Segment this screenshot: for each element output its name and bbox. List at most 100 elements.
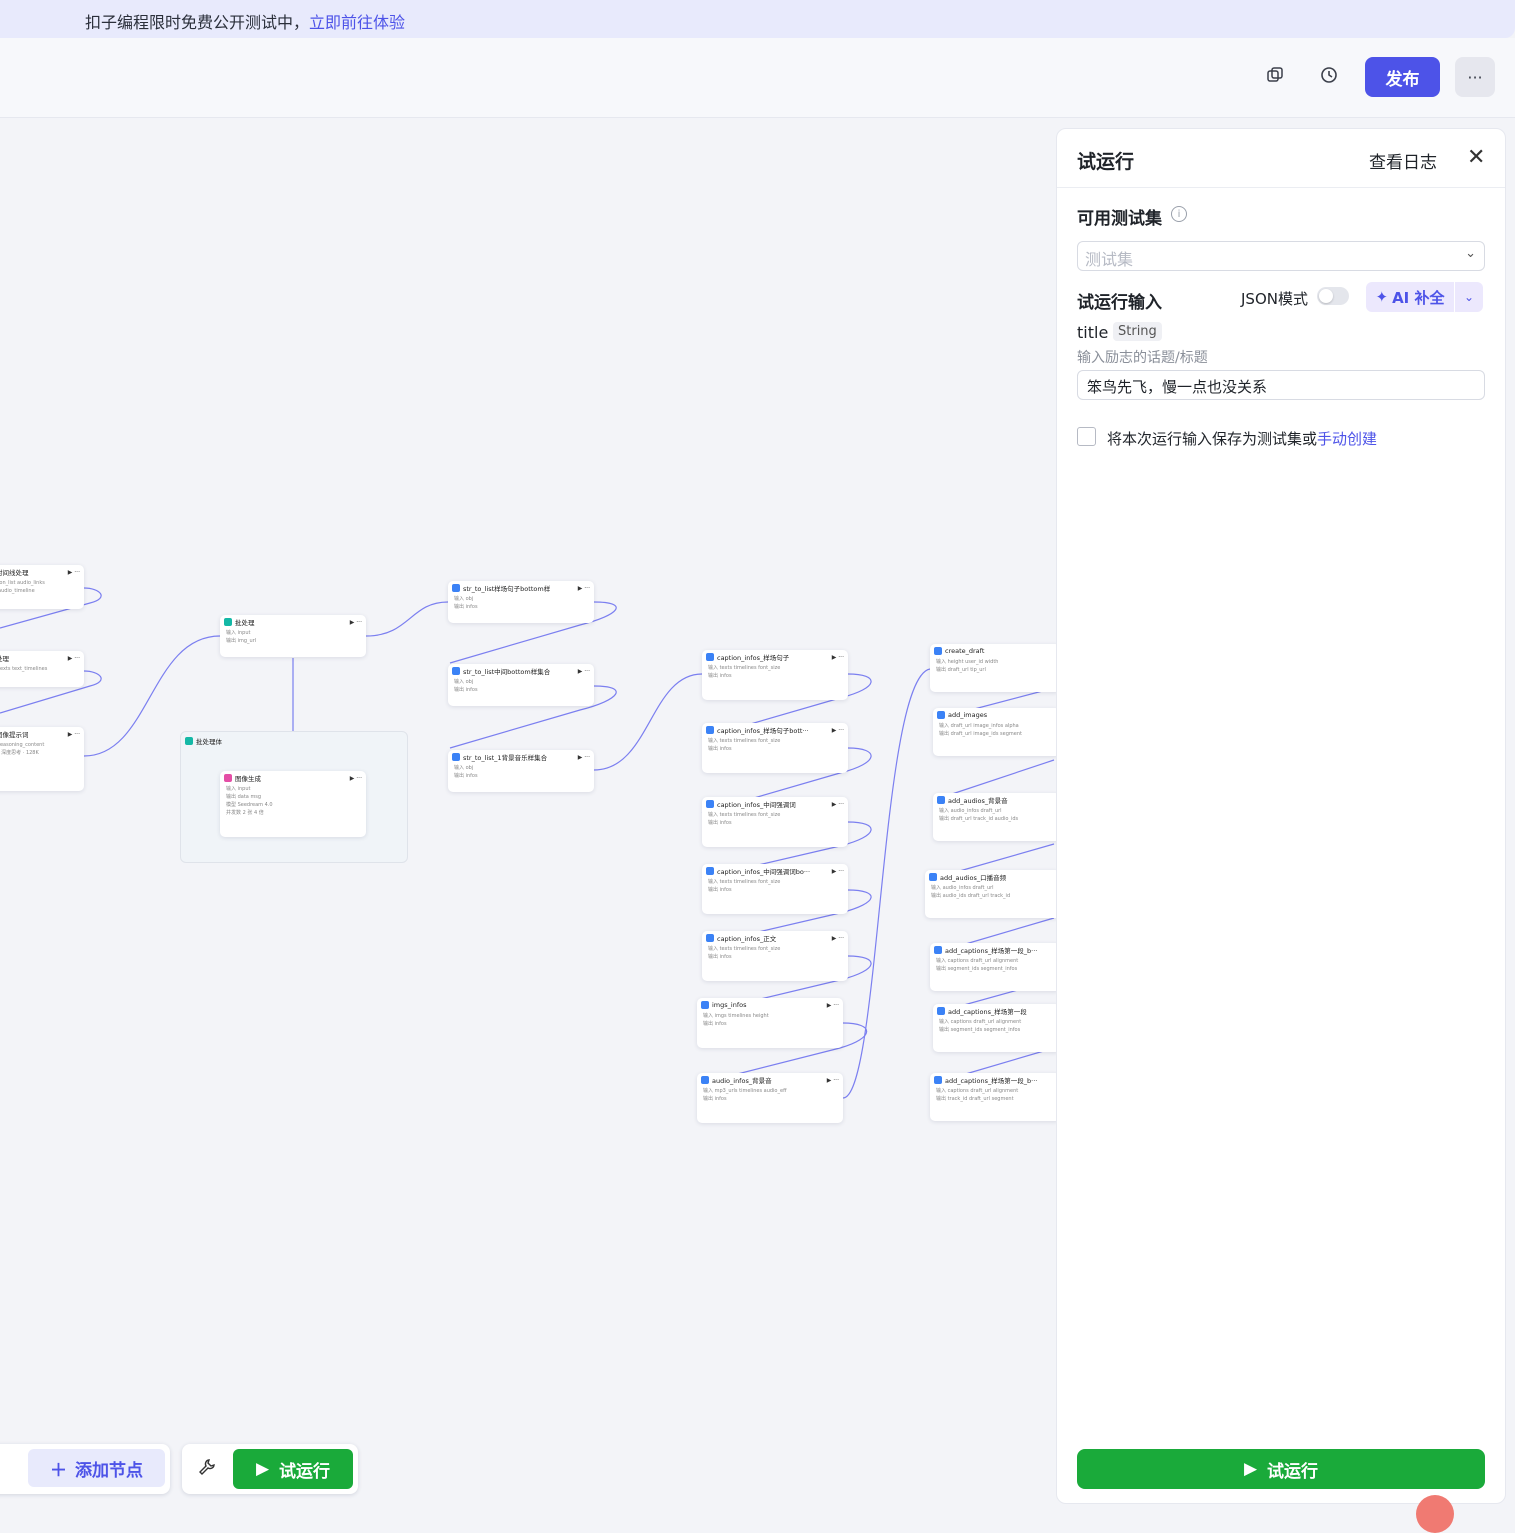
node-imgs-infos[interactable]: imgs_infos ▶ ··· 输入 imgs timelines height… — [697, 998, 843, 1048]
json-mode-toggle[interactable] — [1317, 287, 1349, 305]
node-line: 输入 height user_id width — [936, 659, 999, 665]
node-batch[interactable]: 批处理 ▶ ··· 输入 input 输出 img_url — [220, 615, 366, 657]
announcement-banner: 扣子编程限时免费公开测试中，立即前往体验 — [0, 0, 1515, 38]
node-run-icon[interactable]: ▶ ··· — [68, 569, 80, 576]
banner-link[interactable]: 立即前往体验 — [309, 13, 405, 32]
node-create-draft[interactable]: create_draft 输入 height user_id width 输出 … — [930, 644, 1056, 692]
node-str-to-list[interactable]: str_to_list中间bottom样集合 ▶ ··· 输入 obj 输出 in… — [448, 664, 594, 706]
workflow-header — [0, 38, 1515, 118]
node-line: 输出 infos — [454, 687, 478, 693]
banner-message: 扣子编程限时免费公开测试中， — [85, 13, 310, 32]
node-title: caption_infos_中间强调词 — [717, 801, 796, 809]
node-run-icon[interactable]: ▶ ··· — [68, 731, 80, 738]
node-run-icon[interactable]: ▶ ··· — [832, 868, 844, 875]
view-log-link[interactable]: 查看日志 — [1369, 148, 1437, 173]
node-caption-infos[interactable]: caption_infos_样场句子 ▶ ··· 输入 texts timelin… — [702, 650, 848, 700]
node-run-icon[interactable]: ▶ ··· — [832, 654, 844, 661]
info-icon[interactable]: i — [1171, 206, 1187, 222]
plugin-icon — [701, 1001, 709, 1009]
node-title: 时间线处理 — [0, 569, 29, 577]
node-run-icon[interactable]: ▶ ··· — [350, 775, 362, 782]
close-icon[interactable]: ✕ — [1467, 145, 1485, 170]
node-add-audios[interactable]: add_audios_口播音频 输入 audio_infos draft_url… — [925, 870, 1056, 918]
workflow-canvas[interactable]: 时间线处理 ▶ ··· ion_list audio_links audio_ti… — [0, 118, 1056, 1515]
test-run-button[interactable]: ▶ 试运行 — [233, 1449, 353, 1489]
node-line: 输入 mp3_urls timelines audio_eff — [703, 1088, 787, 1094]
title-input[interactable]: 笨鸟先飞，慢一点也没关系 — [1077, 370, 1485, 400]
node-add-audios[interactable]: add_audios_背景音 输入 audio_infos draft_url … — [933, 793, 1056, 841]
plugin-icon — [937, 711, 945, 719]
plugin-icon — [706, 800, 714, 808]
canvas-toolbar: ＋ 添加节点 — [0, 1444, 170, 1494]
node-add-captions[interactable]: add_captions_样场第一段 输入 captions draft_url… — [933, 1004, 1056, 1052]
node-line: 输入 input — [226, 786, 251, 792]
plugin-icon — [452, 584, 460, 592]
node-run-icon[interactable]: ▶ ··· — [832, 801, 844, 808]
run-toolbar: ▶ 试运行 — [182, 1444, 358, 1494]
node-run-icon[interactable]: ▶ ··· — [578, 585, 590, 592]
node-caption-infos[interactable]: caption_infos_中间强调词bo··· ▶ ··· 输入 texts t… — [702, 864, 848, 914]
node-str-to-list[interactable]: str_to_list样场句子bottom样 ▶ ··· 输入 obj 输出 in… — [448, 581, 594, 623]
batch-icon — [224, 618, 232, 626]
test-run-label: 试运行 — [279, 1461, 331, 1482]
manual-create-link[interactable]: 手动创建 — [1317, 430, 1377, 448]
testset-select[interactable]: 测试集 ⌄ — [1077, 241, 1485, 271]
node-run-icon[interactable]: ▶ ··· — [832, 935, 844, 942]
save-testset-checkbox[interactable] — [1077, 427, 1096, 446]
add-node-button[interactable]: ＋ 添加节点 — [28, 1449, 165, 1487]
node-caption-infos[interactable]: caption_infos_样场句子bott··· ▶ ··· 输入 texts … — [702, 723, 848, 773]
node-image-prompt[interactable]: 图像提示词 ▶ ··· reasoning_content · 深度思考 · 12… — [0, 727, 84, 791]
node-audio-infos[interactable]: audio_infos_背景音 ▶ ··· 输入 mp3_urls timelin… — [697, 1073, 843, 1123]
node-run-icon[interactable]: ▶ ··· — [578, 754, 590, 761]
toggle-knob — [1319, 289, 1333, 303]
history-icon[interactable] — [1318, 64, 1340, 86]
panel-title: 试运行 — [1077, 151, 1135, 173]
node-run-icon[interactable]: ▶ ··· — [827, 1077, 839, 1084]
node-title: caption_infos_样场句子bott··· — [717, 727, 809, 735]
node-process[interactable]: 处理 ▶ ··· texts text_timelines — [0, 651, 84, 687]
field-type-badge: String — [1113, 322, 1162, 341]
node-run-icon[interactable]: ▶ ··· — [578, 668, 590, 675]
field-name: title — [1077, 323, 1109, 342]
node-caption-infos[interactable]: caption_infos_正文 ▶ ··· 输入 texts timelines… — [702, 931, 848, 981]
node-title: add_captions_样场第一段 — [948, 1008, 1027, 1016]
assistant-avatar[interactable] — [1416, 1495, 1454, 1533]
ai-fill-button[interactable]: ✦ AI 补全 — [1366, 282, 1454, 312]
publish-button[interactable]: 发布 — [1365, 57, 1440, 97]
wrench-icon[interactable] — [198, 1458, 216, 1480]
node-run-icon[interactable]: ▶ ··· — [350, 619, 362, 626]
copy-icon[interactable] — [1264, 64, 1286, 86]
node-line: · 深度思考 · 128K — [0, 750, 39, 756]
node-line: texts text_timelines — [0, 666, 48, 672]
node-caption-infos[interactable]: caption_infos_中间强调词 ▶ ··· 输入 texts timeli… — [702, 797, 848, 847]
more-button[interactable]: ··· — [1455, 57, 1495, 97]
panel-test-run-button[interactable]: ▶ 试运行 — [1077, 1449, 1485, 1489]
node-line: 输出 infos — [708, 746, 732, 752]
node-line: reasoning_content — [0, 742, 45, 748]
node-line: 输出 draft_url tip_url — [936, 667, 986, 673]
node-run-icon[interactable]: ▶ ··· — [827, 1002, 839, 1009]
node-line: 输入 captions draft_url alignment — [939, 1019, 1022, 1025]
node-title: audio_infos_背景音 — [712, 1077, 772, 1085]
node-str-to-list[interactable]: str_to_list_1背景音乐样集合 ▶ ··· 输入 obj 输出 info… — [448, 750, 594, 792]
node-line: 输入 audio_infos draft_url — [931, 885, 994, 891]
save-testset-label: 将本次运行输入保存为测试集或手动创建 — [1107, 428, 1377, 449]
node-run-icon[interactable]: ▶ ··· — [832, 727, 844, 734]
node-line: 输出 img_url — [226, 638, 257, 644]
image-gen-icon — [224, 774, 232, 782]
node-title: add_captions_样场第一段_b··· — [945, 947, 1038, 955]
node-line: 输入 obj — [454, 596, 474, 602]
node-run-icon[interactable]: ▶ ··· — [68, 655, 80, 662]
ai-fill-dropdown-icon[interactable]: ⌄ — [1455, 282, 1483, 312]
add-node-label: 添加节点 — [75, 1460, 143, 1481]
node-line: 输出 infos — [703, 1021, 727, 1027]
divider — [1057, 187, 1505, 188]
node-image-generate[interactable]: 图像生成 ▶ ··· 输入 input 输出 data msg 模型 Seedre… — [220, 771, 366, 837]
node-title: imgs_infos — [712, 1001, 747, 1009]
node-add-images[interactable]: add_images 输入 draft_url image_infos alph… — [933, 708, 1056, 756]
node-add-captions[interactable]: add_captions_样场第一段_b··· 输入 captions draf… — [930, 1073, 1056, 1121]
node-title: add_captions_样场第一段_b··· — [945, 1077, 1038, 1085]
banner-text: 扣子编程限时免费公开测试中，立即前往体验 — [85, 9, 405, 33]
node-add-captions[interactable]: add_captions_样场第一段_b··· 输入 captions draf… — [930, 943, 1056, 991]
node-timeline-process[interactable]: 时间线处理 ▶ ··· ion_list audio_links audio_ti… — [0, 565, 84, 609]
